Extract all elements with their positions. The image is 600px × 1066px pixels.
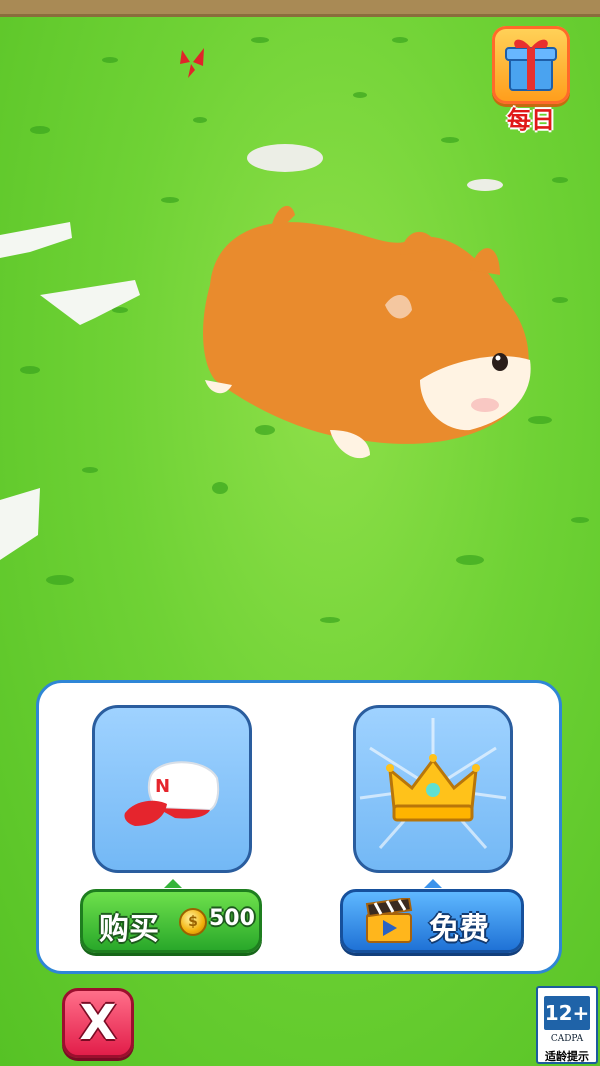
price-value: 500 [209,906,255,931]
free-label: 免费 [429,912,489,947]
rock [0,222,72,258]
daily-label: 每日 [507,105,555,134]
free-pointer [424,879,442,888]
coin-icon: $ [179,908,207,936]
cap-letter: N [155,776,170,797]
close-icon: X [79,995,117,1051]
hamster-icon [203,205,531,459]
daily-gift-button[interactable]: 每日 [490,26,572,134]
free-button[interactable]: 免费 [340,889,524,953]
crown-icon [359,718,507,849]
butterfly-icon [180,48,204,78]
buy-pointer [164,879,182,888]
age-rating-org: CADPA [550,1034,584,1044]
rock [0,488,40,560]
rock [247,144,323,172]
cap-item-card[interactable]: N [92,705,252,873]
rock [40,280,140,325]
crown-item-card[interactable] [353,705,513,873]
baseball-cap-icon: N [124,761,220,826]
buy-button[interactable]: 购买 $ 500 [80,889,262,953]
top-edge-fence [0,0,600,17]
clapperboard-icon [365,898,413,943]
buy-label: 购买 [99,912,159,947]
age-rating-value: 12+ [544,996,590,1030]
gift-box-icon [492,26,570,104]
age-rating-tip: 适龄提示 [545,1050,589,1063]
age-rating-badge: 12+ CADPA 适龄提示 [536,986,598,1064]
shop-panel: N 购买 $ 500 免费 [36,680,562,974]
close-button[interactable]: X [62,988,134,1058]
rock [467,179,503,191]
